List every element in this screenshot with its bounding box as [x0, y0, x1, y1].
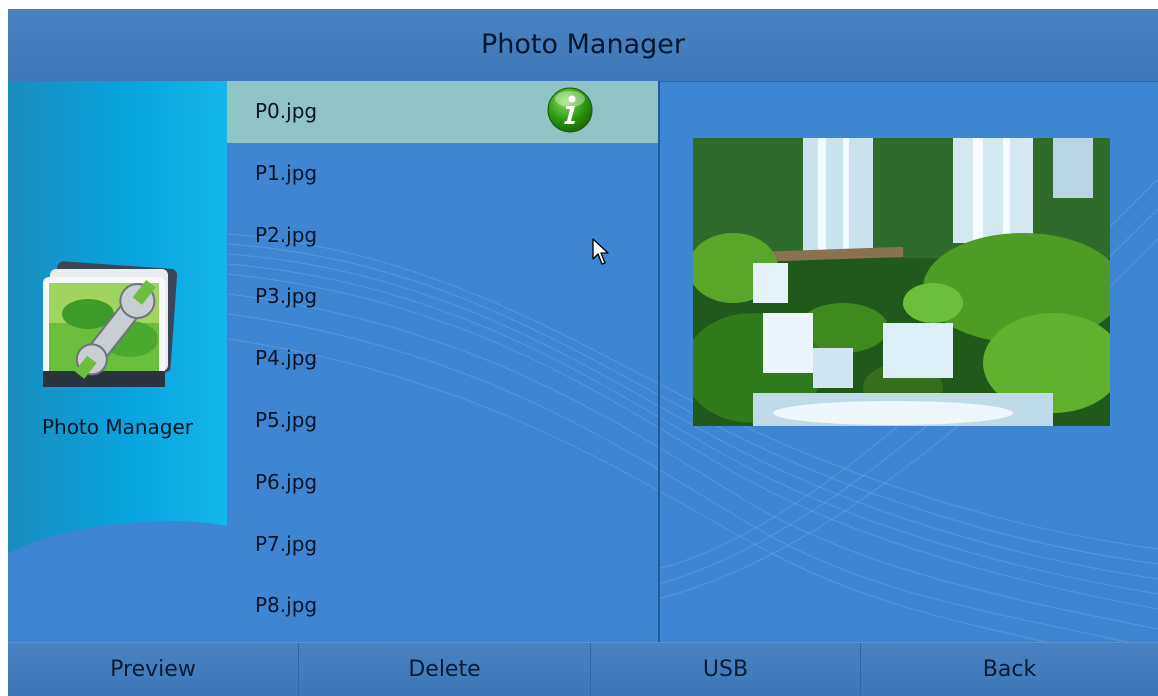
file-list-item[interactable]: P8.jpg: [227, 575, 658, 637]
file-name: P5.jpg: [255, 407, 318, 432]
file-list-item[interactable]: P0.jpg: [227, 81, 658, 143]
file-name: P4.jpg: [255, 346, 318, 371]
photo-file-list: P0.jpg P1.jpg P2.jpg P3.jpg P4.jpg P5.jp…: [227, 81, 658, 642]
file-list-item[interactable]: P5.jpg: [227, 390, 658, 452]
file-name: P1.jpg: [255, 160, 318, 185]
info-icon[interactable]: [547, 87, 593, 133]
sidebar-app-label: Photo Manager: [41, 415, 194, 439]
delete-button[interactable]: Delete: [299, 643, 591, 696]
file-name: P2.jpg: [255, 222, 318, 247]
file-list-item[interactable]: P4.jpg: [227, 328, 658, 390]
title-bar: Photo Manager: [8, 9, 1158, 82]
photo-manager-screen: Photo Manager Photo Manager P0.jpg P1.jp…: [8, 9, 1158, 696]
file-list-item[interactable]: P1.jpg: [227, 143, 658, 205]
preview-button[interactable]: Preview: [8, 643, 299, 696]
photo-preview: [693, 138, 1110, 426]
file-name: P3.jpg: [255, 284, 318, 309]
file-name: P6.jpg: [255, 469, 318, 494]
pane-divider: [658, 81, 660, 642]
file-name: P7.jpg: [255, 531, 318, 556]
file-name: P0.jpg: [255, 99, 318, 123]
page-title: Photo Manager: [481, 29, 685, 60]
photo-tool-icon: [43, 261, 178, 387]
softkey-bar: Preview Delete USB Back: [8, 642, 1158, 696]
usb-button[interactable]: USB: [591, 643, 861, 696]
file-name: P8.jpg: [255, 593, 318, 618]
mouse-cursor-icon: [592, 238, 609, 265]
back-button[interactable]: Back: [861, 643, 1158, 696]
file-list-item[interactable]: P7.jpg: [227, 514, 658, 576]
sidebar-wave-decoration: [8, 521, 227, 642]
app-sidebar: Photo Manager: [8, 81, 227, 642]
file-list-item[interactable]: P6.jpg: [227, 452, 658, 514]
file-list-item[interactable]: P3.jpg: [227, 266, 658, 328]
